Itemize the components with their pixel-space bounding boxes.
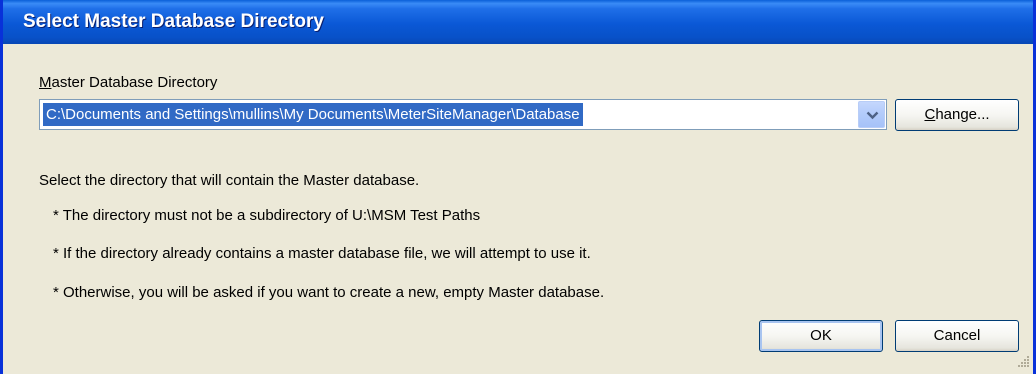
change-accelerator: C — [924, 106, 936, 123]
change-button[interactable]: Change... — [895, 99, 1019, 131]
instructions-intro: Select the directory that will contain t… — [39, 172, 420, 189]
resize-grip-icon[interactable] — [1018, 356, 1030, 368]
change-label: hange... — [935, 106, 990, 123]
directory-label: Master Database Directory — [39, 74, 217, 91]
instruction-item: * Otherwise, you will be asked if you wa… — [53, 284, 605, 301]
chevron-down-icon — [866, 111, 879, 120]
ok-button[interactable]: OK — [759, 320, 883, 352]
directory-value[interactable]: C:\Documents and Settings\mullins\My Doc… — [43, 103, 583, 126]
dropdown-button[interactable] — [858, 101, 885, 128]
title-bar[interactable]: Select Master Database Directory — [3, 0, 1033, 44]
instruction-item: * The directory must not be a subdirecto… — [53, 207, 481, 224]
directory-combobox[interactable]: C:\Documents and Settings\mullins\My Doc… — [39, 99, 887, 130]
directory-label-text: aster Database Directory — [51, 74, 218, 91]
instruction-item: * If the directory already contains a ma… — [53, 245, 591, 262]
window-title: Select Master Database Directory — [23, 11, 324, 32]
cancel-button[interactable]: Cancel — [895, 320, 1019, 352]
directory-label-accelerator: M — [39, 74, 52, 91]
dialog-window: Select Master Database Directory Master … — [0, 0, 1036, 374]
